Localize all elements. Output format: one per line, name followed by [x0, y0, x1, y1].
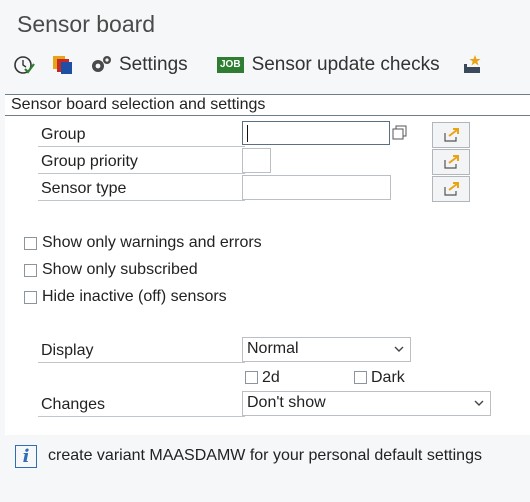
stacked-pages-icon: [53, 56, 72, 74]
display-select[interactable]: Normal: [242, 337, 411, 362]
favorites-button[interactable]: [461, 46, 483, 84]
panel-title: Sensor board selection and settings: [11, 96, 266, 113]
option-2d-checkbox[interactable]: [245, 371, 258, 384]
variants-button[interactable]: [51, 46, 75, 84]
warnings-checkbox-label: Show only warnings and errors: [42, 234, 262, 251]
hide-inactive-checkbox[interactable]: [24, 291, 37, 304]
group-priority-multiple-selection-button[interactable]: [432, 149, 470, 175]
display-underline: [38, 362, 245, 363]
multiple-selection-icon: [444, 182, 459, 196]
option-dark-checkbox[interactable]: [354, 371, 367, 384]
changes-label: Changes: [41, 396, 106, 413]
chevron-down-icon: [474, 400, 484, 406]
option-dark-label: Dark: [371, 369, 405, 386]
group-priority-label: Group priority: [41, 153, 138, 170]
selection-panel: Sensor board selection and settings Grou…: [5, 94, 530, 435]
warnings-checkbox[interactable]: [24, 237, 37, 250]
group-input[interactable]: [242, 121, 390, 145]
sensor-type-label: Sensor type: [41, 180, 127, 197]
page-title: Sensor board: [17, 11, 156, 37]
chevron-down-icon: [394, 346, 404, 352]
sensor-type-underline: [38, 200, 245, 201]
sensor-update-checks-label: Sensor update checks: [251, 54, 440, 75]
group-underline: [38, 146, 245, 147]
job-icon: JOB: [217, 57, 244, 73]
group-label: Group: [41, 126, 86, 143]
execute-button[interactable]: [13, 46, 35, 84]
info-bar: i create variant MAASDAMW for your perso…: [0, 436, 530, 502]
group-priority-input[interactable]: [242, 148, 271, 173]
multiple-selection-icon: [444, 128, 459, 142]
changes-select[interactable]: Don't show: [242, 391, 491, 416]
value-help-icon[interactable]: [392, 125, 408, 141]
text-caret: [247, 125, 248, 142]
multiple-selection-icon: [444, 155, 459, 169]
sensor-update-checks-button[interactable]: JOB Sensor update checks: [217, 46, 440, 84]
sensor-type-multiple-selection-button[interactable]: [432, 176, 470, 202]
settings-button[interactable]: Settings: [89, 46, 188, 84]
sensor-type-input[interactable]: [242, 175, 391, 200]
changes-underline: [38, 416, 245, 417]
clock-check-icon: [14, 56, 35, 74]
group-multiple-selection-button[interactable]: [432, 122, 470, 148]
info-message: create variant MAASDAMW for your persona…: [48, 447, 482, 464]
changes-selected: Don't show: [247, 394, 326, 411]
star-tray-icon: [464, 55, 481, 73]
toolbar: Settings JOB Sensor update checks: [0, 46, 530, 84]
option-2d-label: 2d: [262, 369, 280, 386]
panel-title-divider: [5, 115, 530, 116]
group-priority-underline: [38, 173, 245, 174]
display-label: Display: [41, 342, 94, 359]
title-bar: Sensor board: [0, 0, 530, 44]
gears-icon: [92, 56, 111, 72]
hide-inactive-checkbox-label: Hide inactive (off) sensors: [42, 288, 227, 305]
info-icon: i: [15, 445, 37, 468]
settings-label: Settings: [119, 54, 188, 75]
subscribed-checkbox-label: Show only subscribed: [42, 261, 198, 278]
subscribed-checkbox[interactable]: [24, 264, 37, 277]
display-selected: Normal: [247, 340, 299, 357]
